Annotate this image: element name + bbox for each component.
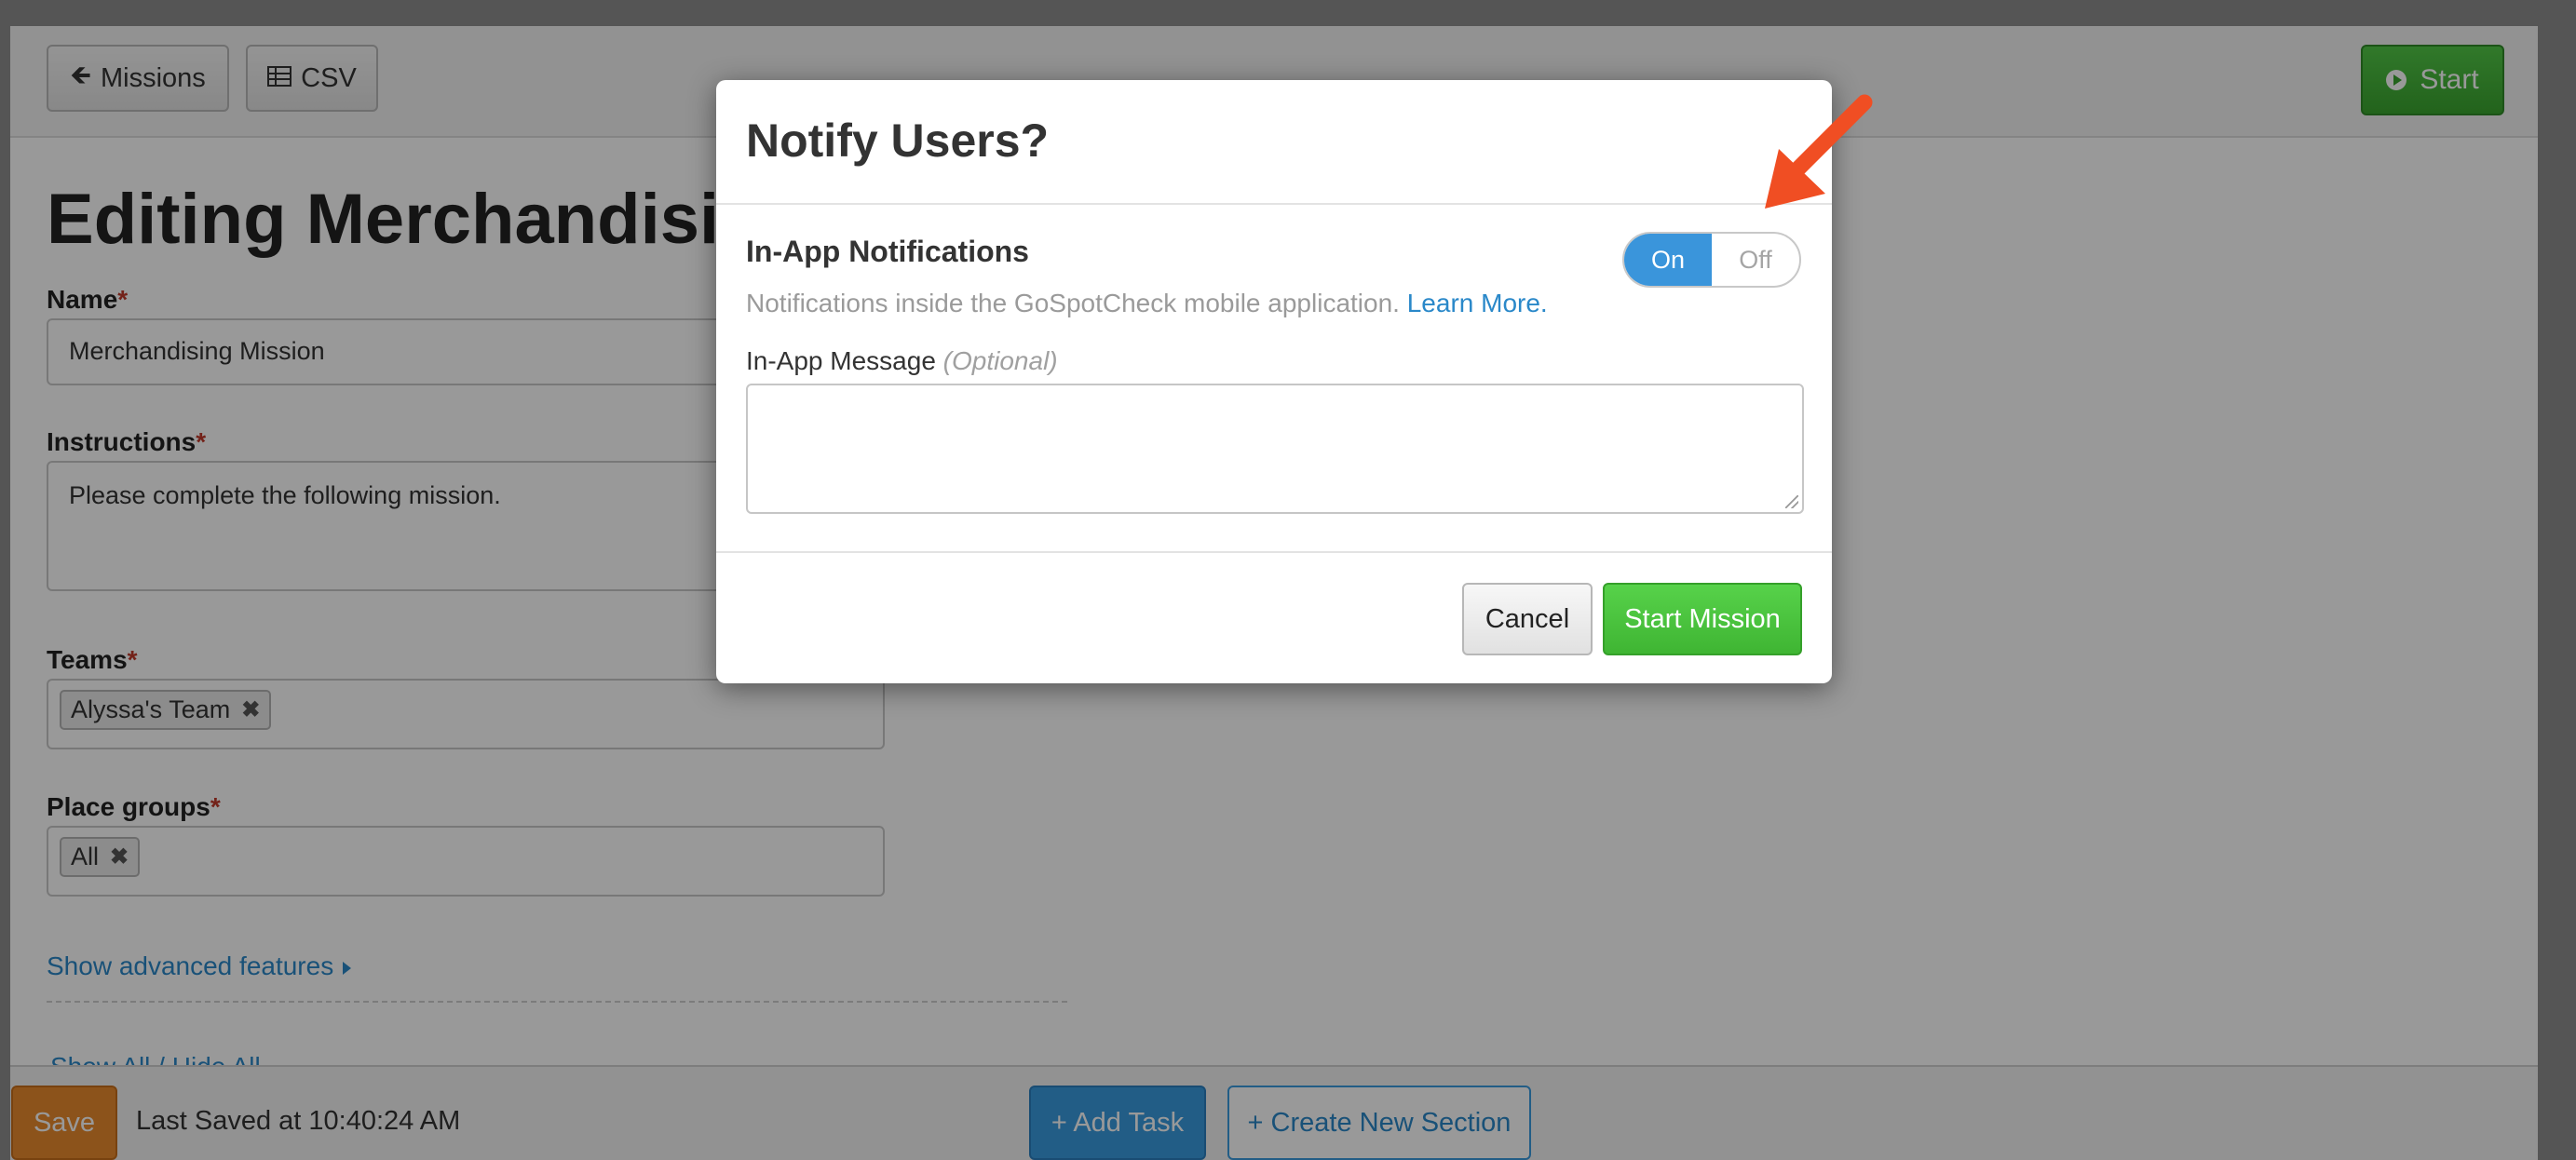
notify-users-dialog: Notify Users? In-App Notifications On Of… xyxy=(716,80,1832,683)
annotation-arrow-icon xyxy=(1765,94,1873,209)
footer-divider xyxy=(716,551,1832,553)
in-app-message-textarea[interactable] xyxy=(746,384,1804,514)
in-app-notifications-heading: In-App Notifications xyxy=(746,235,1029,268)
notifications-toggle[interactable]: On Off xyxy=(1622,232,1801,288)
notifications-description: Notifications inside the GoSpotCheck mob… xyxy=(746,289,1548,317)
start-mission-button[interactable]: Start Mission xyxy=(1603,583,1802,655)
toggle-on-option[interactable]: On xyxy=(1624,234,1712,286)
cancel-button[interactable]: Cancel xyxy=(1462,583,1593,655)
header-divider xyxy=(716,203,1832,205)
learn-more-link[interactable]: Learn More. xyxy=(1407,289,1548,317)
in-app-message-label: In-App Message (Optional) xyxy=(746,346,1058,375)
dialog-title: Notify Users? xyxy=(746,115,1050,167)
resize-handle-icon[interactable] xyxy=(1785,495,1798,508)
toggle-off-option[interactable]: Off xyxy=(1712,234,1799,286)
